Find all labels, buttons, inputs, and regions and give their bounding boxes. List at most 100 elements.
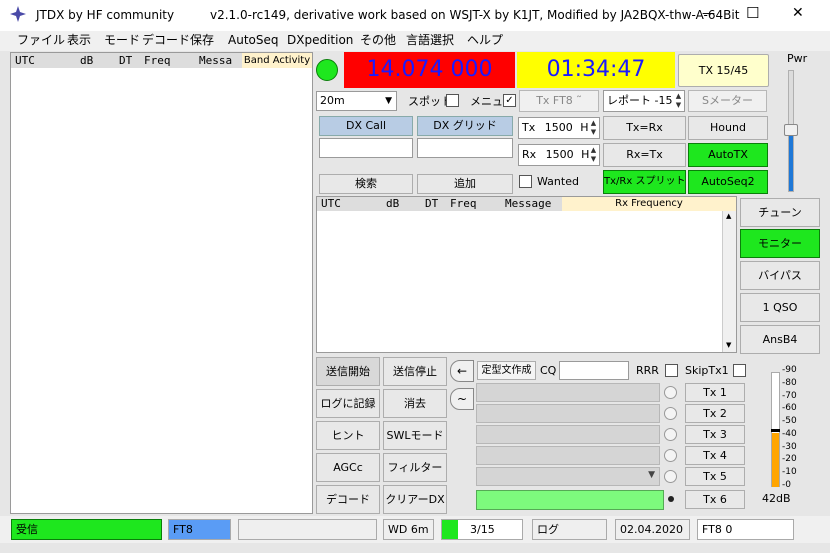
menu-decode[interactable]: デコード — [142, 32, 190, 48]
band-activity-panel[interactable]: UTC dB DT Freq Messa Band Activity — [10, 52, 313, 514]
rx-scrollbar[interactable]: ▲ ▼ — [722, 211, 736, 352]
spot-checkbox[interactable] — [446, 94, 459, 107]
monitor-button[interactable]: モニター — [740, 229, 820, 258]
maximize-button[interactable]: ☐ — [746, 4, 759, 22]
tx1-message-field[interactable] — [476, 383, 660, 402]
tab-left-arrow[interactable]: ← — [450, 360, 474, 382]
tx-mode-button[interactable]: Tx FT8 ˜ — [519, 90, 599, 112]
tx5-button[interactable]: Tx 5 — [685, 467, 745, 486]
scroll-down-icon[interactable]: ▼ — [726, 341, 731, 349]
menu-save[interactable]: 保存 — [190, 32, 214, 48]
dx-call-input[interactable] — [319, 138, 413, 158]
wanted-checkbox[interactable] — [519, 175, 532, 188]
agcc-button[interactable]: AGCc — [316, 453, 380, 482]
status-log: ログ — [532, 519, 607, 540]
clear-dx-button[interactable]: クリアーDX — [383, 485, 447, 514]
menu-checkbox[interactable]: ✓ — [503, 94, 516, 107]
rx-frequency-title: Rx Frequency — [562, 197, 736, 211]
report-spin-up-icon[interactable]: ▲ — [673, 92, 684, 100]
meter-level-bar — [772, 433, 779, 487]
autoseq2-button[interactable]: AutoSeq2 — [688, 170, 768, 194]
meter-scale-label: -70 — [782, 390, 797, 401]
tx2-message-field[interactable] — [476, 404, 660, 423]
rx-frequency-panel[interactable]: UTC dB DT Freq Message Rx Frequency ▲ ▼ — [316, 196, 737, 353]
close-button[interactable]: ✕ — [792, 5, 804, 21]
meter-scale-label: -60 — [782, 403, 797, 414]
tx-indicator-light — [316, 59, 338, 81]
tx1-radio[interactable] — [664, 386, 677, 399]
tx3-radio[interactable] — [664, 428, 677, 441]
tx-freq-spin-up-icon[interactable]: ▲ — [588, 119, 599, 127]
menu-language[interactable]: 言語選択 — [406, 32, 454, 48]
decode-button[interactable]: デコード — [316, 485, 380, 514]
search-button[interactable]: 検索 — [319, 174, 413, 194]
add-button[interactable]: 追加 — [417, 174, 513, 194]
pwr-label: Pwr — [787, 52, 808, 65]
bypass-button[interactable]: バイパス — [740, 261, 820, 290]
meter-scale-label: -40 — [782, 428, 797, 439]
menu-other[interactable]: その他 — [360, 32, 396, 48]
tx4-radio[interactable] — [664, 449, 677, 462]
tx4-button[interactable]: Tx 4 — [685, 446, 745, 465]
status-wd: WD 6m — [383, 519, 434, 540]
tune-button[interactable]: チューン — [740, 198, 820, 227]
scroll-up-icon[interactable]: ▲ — [726, 212, 731, 220]
rx-freq-spin-down-icon[interactable]: ▼ — [588, 155, 599, 163]
log-qso-button[interactable]: ログに記録 — [316, 389, 380, 418]
tx6-radio-selected[interactable] — [668, 496, 674, 502]
tx-freq-spin-down-icon[interactable]: ▼ — [588, 128, 599, 136]
menu-mode[interactable]: モード — [104, 32, 140, 48]
minimize-button[interactable]: — — [702, 6, 715, 21]
tx3-button[interactable]: Tx 3 — [685, 425, 745, 444]
signal-meter: -90 -80 -70 -60 -50 -40 -30 -20 -10 -0 42dB — [752, 357, 822, 510]
tx-period-button[interactable]: TX 15/45 — [678, 54, 769, 87]
rx-freq-spin-up-icon[interactable]: ▲ — [588, 146, 599, 154]
tx5-message-combo[interactable]: ▼ — [476, 467, 660, 486]
menu-file[interactable]: ファイル — [17, 32, 65, 48]
tx6-button[interactable]: Tx 6 — [685, 490, 745, 509]
tx6-message-field[interactable] — [476, 490, 664, 510]
band-select[interactable]: 20m ▼ — [316, 91, 397, 111]
rrr-checkbox[interactable] — [665, 364, 678, 377]
rx-freq-value: 1500 — [545, 148, 574, 161]
rx-col-message: Message — [505, 197, 552, 210]
skiptx1-checkbox[interactable] — [733, 364, 746, 377]
tx3-message-field[interactable] — [476, 425, 660, 444]
smeter-button[interactable]: Sメーター — [688, 90, 767, 112]
hound-button[interactable]: Hound — [688, 116, 768, 140]
rx-eq-tx-button[interactable]: Rx=Tx — [603, 143, 686, 167]
rx-col-freq: Freq — [450, 197, 477, 210]
report-spin-down-icon[interactable]: ▼ — [673, 101, 684, 109]
pwr-slider-handle[interactable] — [784, 124, 798, 136]
ansb4-button[interactable]: AnsB4 — [740, 325, 820, 354]
dial-frequency-display: 14.074 000 — [344, 52, 515, 88]
swl-mode-button[interactable]: SWLモード — [383, 421, 447, 450]
tx2-button[interactable]: Tx 2 — [685, 404, 745, 423]
halt-tx-button[interactable]: 送信停止 — [383, 357, 447, 386]
autotx-button[interactable]: AutoTX — [688, 143, 768, 167]
one-qso-button[interactable]: 1 QSO — [740, 293, 820, 322]
tx4-message-field[interactable] — [476, 446, 660, 465]
cq-input[interactable] — [559, 361, 629, 380]
tx1-button[interactable]: Tx 1 — [685, 383, 745, 402]
status-empty — [238, 519, 377, 540]
status-mode-count: FT8 0 — [697, 519, 794, 540]
hint-button[interactable]: ヒント — [316, 421, 380, 450]
template-button[interactable]: 定型文作成 — [477, 361, 536, 380]
dx-grid-input[interactable] — [417, 138, 513, 158]
menu-view[interactable]: 表示 — [67, 32, 91, 48]
tx-freq-prefix: Tx — [522, 121, 536, 134]
txrx-split-button[interactable]: Tx/Rx スプリット — [603, 170, 686, 194]
band-activity-title: Band Activity — [242, 53, 312, 68]
filter-button[interactable]: フィルター — [383, 453, 447, 482]
tx-eq-rx-button[interactable]: Tx=Rx — [603, 116, 686, 140]
menu-dxpedition[interactable]: DXpedition — [287, 32, 353, 48]
tx5-radio[interactable] — [664, 470, 677, 483]
enable-tx-button[interactable]: 送信開始 — [316, 357, 380, 386]
dx-grid-label: DX グリッド — [417, 116, 513, 136]
tx2-radio[interactable] — [664, 407, 677, 420]
erase-button[interactable]: 消去 — [383, 389, 447, 418]
tab-tilde[interactable]: ~ — [450, 388, 474, 410]
menu-autoseq[interactable]: AutoSeq — [228, 32, 278, 48]
menu-help[interactable]: ヘルプ — [467, 32, 503, 48]
